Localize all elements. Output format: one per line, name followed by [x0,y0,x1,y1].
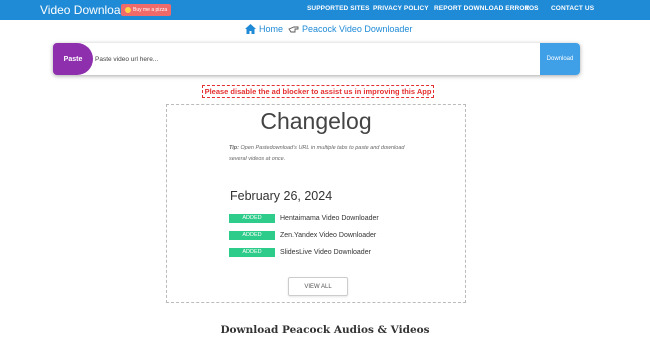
adblock-notice: Please disable the ad blocker to assist … [202,85,434,98]
nav-tos[interactable]: TOS [525,5,539,12]
changelog-date: February 26, 2024 [230,189,333,203]
pizza-icon [125,7,131,13]
breadcrumb: Home Peacock Video Downloader [245,24,412,34]
added-badge: ADDED [229,231,275,240]
changelog-entry-text: SlidesLive Video Downloader [280,249,371,256]
top-navbar: Video Downloader Buy me a pizza SUPPORTE… [0,0,650,20]
tip-label: Tip: [229,145,239,151]
nav-contact-us[interactable]: CONTACT US [551,5,594,12]
changelog-title: Changelog [260,108,372,134]
home-icon [245,24,256,34]
added-badge: ADDED [229,214,275,223]
paste-button[interactable]: Paste [53,43,93,75]
search-bar: Paste Download [53,43,580,75]
pizza-label: Buy me a pizza [133,7,168,13]
download-button[interactable]: Download [540,43,580,75]
changelog-tip: Tip: Open Pastedownload's URL in multipl… [229,143,409,165]
nav-report-download-error[interactable]: REPORT DOWNLOAD ERROR [434,5,529,12]
section-heading: Download Peacock Audios & Videos [220,324,430,336]
nav-privacy-policy[interactable]: PRIVACY POLICY [373,5,429,12]
video-url-input[interactable] [95,49,535,69]
changelog-entry-text: Hentaimama Video Downloader [280,215,379,222]
changelog-card: Changelog Tip: Open Pastedownload's URL … [166,104,466,303]
breadcrumb-home-link[interactable]: Home [259,24,283,34]
tip-text: Open Pastedownload's URL in multiple tab… [229,145,405,162]
changelog-entry-text: Zen.Yandex Video Downloader [280,232,377,239]
breadcrumb-current-page: Peacock Video Downloader [302,24,413,34]
list-item: ADDED Zen.Yandex Video Downloader [229,231,376,240]
nav-supported-sites[interactable]: SUPPORTED SITES [307,5,370,12]
pointing-hand-icon [288,26,299,33]
buy-me-a-pizza-button[interactable]: Buy me a pizza [121,4,172,16]
added-badge: ADDED [229,248,275,257]
list-item: ADDED Hentaimama Video Downloader [229,214,379,223]
view-all-button[interactable]: VIEW ALL [288,277,348,296]
list-item: ADDED SlidesLive Video Downloader [229,248,371,257]
